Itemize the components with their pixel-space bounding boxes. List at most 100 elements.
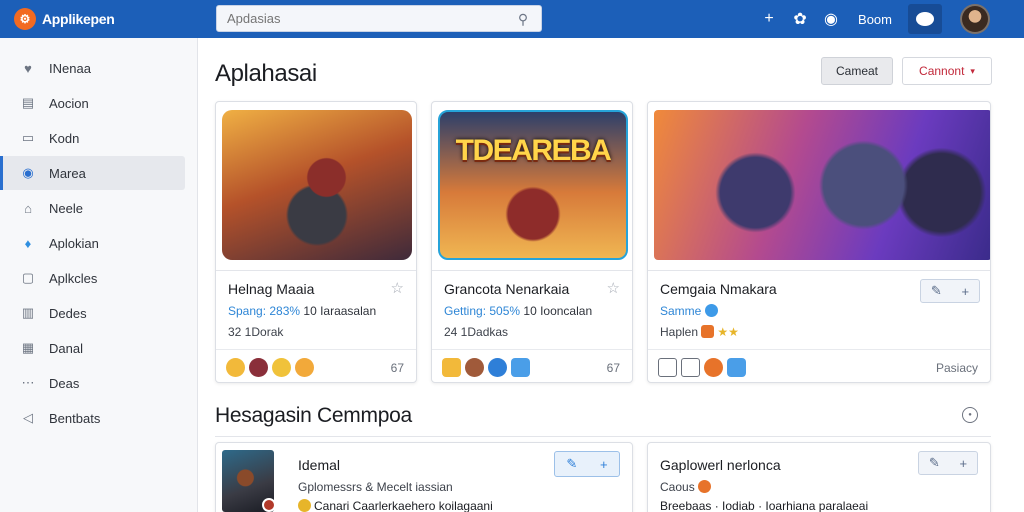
- chat-bubble-icon: ▢: [21, 270, 35, 285]
- primary-button[interactable]: Cannont ▾: [902, 57, 992, 85]
- coin-icon: [698, 480, 712, 493]
- star-icon[interactable]: ☆: [607, 279, 620, 297]
- list-card-title[interactable]: Idemal: [298, 457, 340, 473]
- thumbs-up-icon[interactable]: [658, 358, 677, 377]
- main-content: Aplahasai Cameat Cannont ▾ Helnag Maaia ☆…: [198, 38, 1024, 512]
- badge-icon: [262, 498, 276, 512]
- edit-icon[interactable]: ✎: [929, 455, 940, 471]
- add-icon[interactable]: +: [960, 456, 968, 471]
- sidebar: ♥ INenaa ▤ Aocion ▭ Kodn ◉ Marea ⌂ Neele ♦ Apl…: [0, 38, 198, 512]
- logo-icon: ⚙: [14, 8, 36, 30]
- list-card-subtitle: Gplomessrs & Mecelt iassian: [298, 480, 453, 494]
- emoji-star-icon[interactable]: [488, 358, 507, 377]
- star-icon[interactable]: ☆: [391, 279, 404, 297]
- edit-icon[interactable]: ✎: [566, 456, 577, 472]
- app-card[interactable]: Helnag Maaia ☆ Spang: 283% 10 Iaraasalan…: [215, 101, 417, 383]
- list-card[interactable]: Gaplowerl nerlonca ✎ + Caous Breebaas · I…: [647, 442, 991, 512]
- house-icon: ⌂: [24, 200, 32, 216]
- edit-icon[interactable]: ✎: [931, 283, 942, 299]
- sidebar-item-label: Dedes: [49, 305, 87, 321]
- plus-icon[interactable]: +: [756, 6, 782, 32]
- list-icon: ▤: [21, 95, 35, 110]
- search-input[interactable]: [227, 11, 515, 26]
- emoji-smile-icon[interactable]: [226, 358, 245, 377]
- card-subtitle-rest: 10 Iooncalan: [520, 304, 593, 318]
- sidebar-item-kodn[interactable]: ▭ Kodn: [0, 121, 197, 155]
- emoji-square-icon[interactable]: [511, 358, 530, 377]
- sidebar-item-label: Danal: [49, 340, 83, 356]
- sidebar-item-deas[interactable]: ⋯ Deas: [0, 366, 197, 400]
- card-actions: ✎ +: [920, 279, 980, 303]
- secondary-button[interactable]: Cameat: [821, 57, 893, 85]
- sidebar-item-marea[interactable]: ◉ Marea: [0, 156, 185, 190]
- game-thumbnail[interactable]: TDEAREBA: [438, 110, 628, 260]
- list-card[interactable]: Idemal ✎ + Gplomessrs & Mecelt iassian Ca…: [215, 442, 633, 512]
- add-icon[interactable]: +: [962, 284, 970, 299]
- sidebar-item-label: Marea: [49, 165, 86, 181]
- app-card[interactable]: TDEAREBA Grancota Nenarkaia ☆ Getting: 5…: [431, 101, 633, 383]
- user-avatar[interactable]: [960, 4, 990, 34]
- emoji-square-icon[interactable]: [727, 358, 746, 377]
- page-title: Aplahasai: [215, 60, 317, 87]
- game-thumbnail[interactable]: [654, 110, 990, 260]
- info-icon[interactable]: ●: [962, 407, 978, 423]
- app-logo[interactable]: ⚙ Applikepen: [14, 8, 204, 30]
- sidebar-item-bentbats[interactable]: ◁ Bentbats: [0, 401, 197, 435]
- game-thumbnail[interactable]: [222, 110, 412, 260]
- sidebar-item-aocion[interactable]: ▤ Aocion: [0, 86, 197, 120]
- card-title[interactable]: Grancota Nenarkaia: [444, 281, 569, 297]
- sidebar-item-aplokian[interactable]: ♦ Aplokian: [0, 226, 197, 260]
- sidebar-item-label: Bentbats: [49, 410, 101, 426]
- coin-icon: [298, 499, 311, 512]
- top-actions: + ✿ ◉ Boom: [751, 0, 1024, 38]
- puzzle-icon[interactable]: ✿: [787, 6, 813, 32]
- card-meta-label: Haplen: [660, 325, 699, 339]
- emoji-star-icon[interactable]: [272, 358, 291, 377]
- game-thumbnail[interactable]: [222, 450, 276, 512]
- bird-icon: ♦: [24, 235, 32, 251]
- sidebar-item-aplkcles[interactable]: ▢ Aplkcles: [0, 261, 197, 295]
- card-footer: 67: [216, 349, 416, 382]
- heart-icon: ♥: [24, 60, 32, 76]
- sidebar-item-neele[interactable]: ⌂ Neele: [0, 191, 197, 225]
- globe-icon: [704, 304, 718, 317]
- sidebar-item-inenaa[interactable]: ♥ INenaa: [0, 51, 197, 85]
- card-title[interactable]: Cemgaia Nmakara: [660, 281, 777, 297]
- card-meta: 32 1Dorak: [228, 325, 284, 339]
- list-card-subtitle: Caous: [660, 480, 714, 494]
- sidebar-item-dedes[interactable]: ▥ Dedes: [0, 296, 197, 330]
- card-subtitle-rest: 10 Iaraasalan: [300, 304, 377, 318]
- card-highlight: Spang: 283%: [228, 304, 301, 318]
- search-icon[interactable]: ⚲: [515, 11, 531, 27]
- car-icon[interactable]: [681, 358, 700, 377]
- card-actions: ✎ +: [554, 451, 620, 477]
- help-icon[interactable]: ◉: [818, 6, 844, 32]
- card-footer: 67: [432, 349, 632, 382]
- add-icon[interactable]: +: [600, 457, 608, 472]
- search-bar[interactable]: ⚲: [216, 5, 542, 32]
- chat-icon[interactable]: [908, 4, 942, 34]
- emoji-grin-icon[interactable]: [295, 358, 314, 377]
- chevron-down-icon: ▾: [970, 65, 975, 76]
- emoji-avatar-icon[interactable]: [249, 358, 268, 377]
- list-card-meta-text: Canari Caarlerkaehero koilagaani: [314, 499, 493, 512]
- sidebar-item-label: INenaa: [49, 60, 91, 76]
- sidebar-item-danal[interactable]: ▦ Danal: [0, 331, 197, 365]
- at-icon: ◉: [22, 165, 34, 180]
- emoji-face-icon[interactable]: [442, 358, 461, 377]
- dots-icon: ⋯: [21, 375, 35, 390]
- card-title[interactable]: Helnag Maaia: [228, 281, 314, 297]
- emoji-avatar-icon[interactable]: [465, 358, 484, 377]
- grid-icon: ▦: [21, 340, 35, 355]
- card-footer-label: Pasiacy: [935, 360, 978, 375]
- list-card-meta: Breebaas · Iodiab · Ioarhiana paralaeai: [660, 499, 869, 512]
- list-card-title[interactable]: Gaplowerl nerlonca: [660, 457, 781, 473]
- emoji-icon: [701, 325, 715, 338]
- sidebar-item-label: Deas: [49, 375, 80, 391]
- emoji-grin-icon[interactable]: [704, 358, 723, 377]
- app-card[interactable]: Cemgaia Nmakara ✎ + Samme Haplen ★★ Pasia…: [647, 101, 991, 383]
- card-subtitle: Spang: 283% 10 Iaraasalan: [228, 304, 376, 318]
- boom-link[interactable]: Boom: [858, 12, 892, 27]
- thumbnail-title: TDEAREBA: [455, 134, 612, 167]
- sidebar-item-label: Aplkcles: [49, 270, 98, 286]
